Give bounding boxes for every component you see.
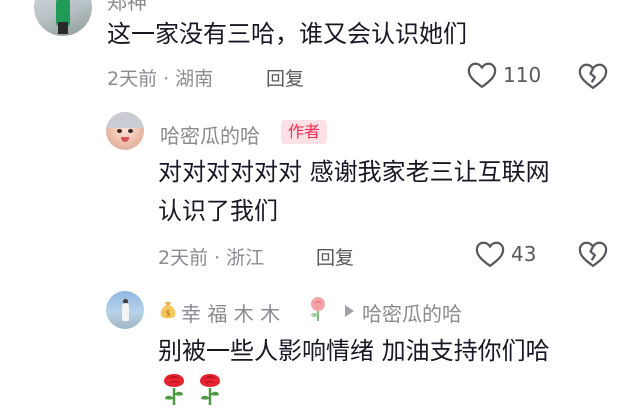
heart-icon	[467, 62, 497, 89]
nested-username[interactable]: 幸 福 木 木	[181, 298, 280, 327]
nested-text: 别被一些人影响情绪 加油支持你们哈	[158, 337, 550, 365]
comment-meta: 2天前 · 湖南	[107, 64, 213, 91]
avatar-figure-body	[122, 303, 129, 321]
like-button[interactable]: 43	[475, 240, 536, 268]
svg-text:$: $	[165, 309, 170, 318]
like-count: 43	[511, 242, 537, 266]
reply-text-line-2: 认识了我们	[158, 197, 278, 225]
like-count: 110	[503, 63, 542, 87]
dislike-button[interactable]	[578, 240, 608, 272]
avatar[interactable]	[106, 291, 144, 329]
separator-dot: ·	[214, 247, 221, 269]
avatar-figure-legs	[58, 22, 68, 34]
reply-text-line-1: 对对对对对对 感谢我家老三让互联网	[158, 158, 550, 186]
rose-emoji-icon	[164, 374, 184, 405]
reply-location: 浙江	[226, 247, 265, 269]
comment-text: 这一家没有三哈，谁又会认识她们	[107, 20, 467, 48]
avatar-eye	[128, 129, 133, 133]
avatar-hair	[106, 112, 144, 128]
comment-time: 2天前	[107, 68, 158, 90]
separator-dot: ·	[163, 68, 170, 90]
dislike-button[interactable]	[578, 62, 608, 94]
comment-username[interactable]: 郑神	[107, 0, 147, 15]
broken-heart-icon	[578, 241, 608, 268]
heart-icon	[475, 241, 505, 268]
comment-location: 湖南	[175, 68, 214, 90]
reply-to-username[interactable]: 哈密瓜的哈	[362, 298, 462, 327]
reply-username[interactable]: 哈密瓜的哈	[160, 120, 260, 149]
broken-heart-icon	[578, 63, 608, 90]
reply-meta: 2天前 · 浙江	[158, 243, 264, 270]
reply-button[interactable]: 回复	[316, 243, 354, 270]
avatar[interactable]	[34, 0, 92, 36]
like-button[interactable]: 110	[467, 61, 541, 89]
author-badge: 作者	[281, 120, 328, 144]
rose-emoji-icon	[200, 374, 220, 405]
rose-icon	[311, 297, 325, 321]
avatar-eye	[117, 129, 122, 133]
avatar[interactable]	[106, 112, 144, 150]
money-bag-icon: $	[160, 302, 176, 319]
reply-arrow-icon	[345, 305, 354, 317]
reply-time: 2天前	[158, 247, 209, 269]
avatar-mouth	[121, 137, 129, 142]
reply-button[interactable]: 回复	[266, 64, 304, 91]
